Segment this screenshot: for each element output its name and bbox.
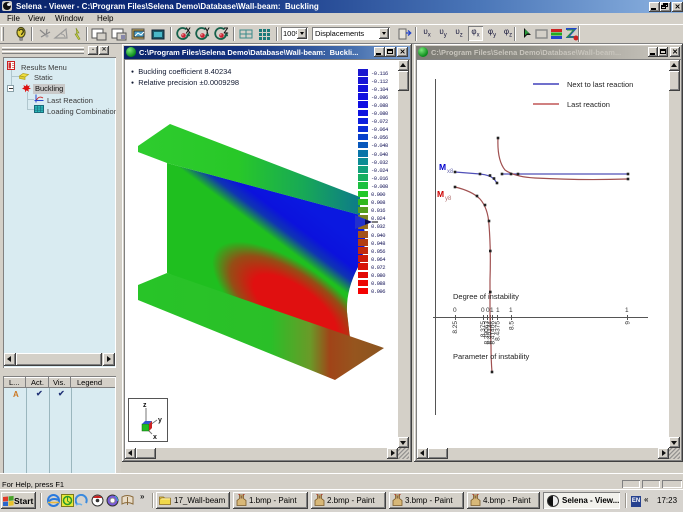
- svg-text:M: M: [439, 162, 446, 172]
- svg-text:0: 0: [481, 307, 485, 314]
- svg-text:X: X: [186, 27, 192, 36]
- svg-text:1: 1: [509, 307, 513, 314]
- svg-text:Parameter of instability: Parameter of instability: [453, 352, 530, 361]
- svg-text:8.25: 8.25: [452, 321, 459, 334]
- svg-text:Last reaction: Last reaction: [567, 100, 610, 109]
- svg-text:8.4375: 8.4375: [495, 321, 502, 341]
- svg-text:9: 9: [625, 321, 632, 325]
- svg-text:x8: x8: [447, 169, 454, 175]
- svg-text:z: z: [143, 402, 147, 409]
- svg-text:M: M: [437, 189, 444, 199]
- svg-text:Y: Y: [205, 27, 211, 36]
- svg-text:y: y: [158, 417, 162, 424]
- svg-text:1: 1: [490, 307, 494, 314]
- svg-text:Degree of instability: Degree of instability: [453, 292, 519, 301]
- svg-text:Next to last reaction: Next to last reaction: [567, 80, 633, 89]
- svg-text:x: x: [153, 434, 157, 441]
- svg-text:1: 1: [496, 307, 500, 314]
- svg-text:y8: y8: [445, 196, 452, 202]
- svg-text:8.5: 8.5: [509, 321, 516, 330]
- svg-text:1: 1: [625, 307, 629, 314]
- svg-text:0: 0: [453, 307, 457, 314]
- svg-text:Z: Z: [224, 27, 229, 36]
